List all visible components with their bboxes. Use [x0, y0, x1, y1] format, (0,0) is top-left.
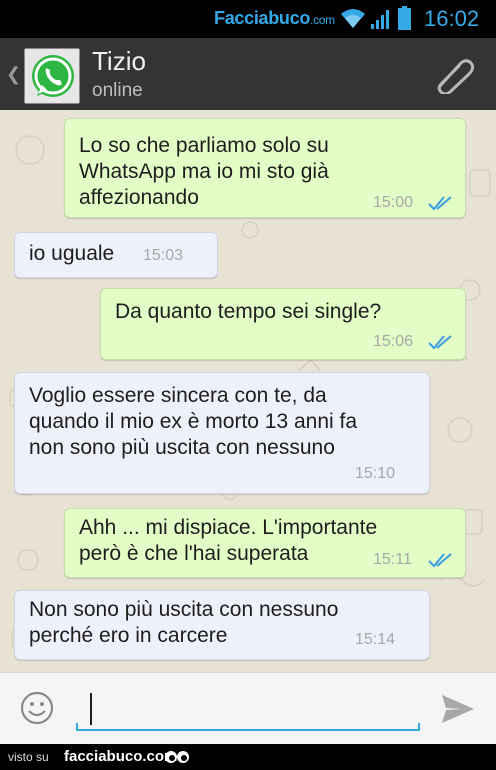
eyes-icon [165, 751, 189, 763]
message-time: 15:03 [143, 247, 184, 264]
read-ticks-icon [428, 196, 452, 211]
footer-site: facciabuco.com [64, 748, 178, 765]
message-time: 15:06 [373, 333, 414, 350]
battery-icon [398, 6, 411, 30]
footer-visto-su: visto su [8, 750, 49, 764]
message-text: io uguale [29, 242, 115, 265]
input-underline-cap [418, 723, 420, 731]
contact-name[interactable]: Tizio [92, 46, 146, 77]
chat-area[interactable]: Lo so che parliamo solo su WhatsApp ma i… [0, 110, 496, 672]
input-underline-cap [76, 723, 78, 731]
paperclip-icon[interactable] [430, 56, 476, 94]
message-bubble-incoming[interactable]: Non sono più uscita con nessuno perché e… [14, 590, 430, 660]
status-brand: Facciabuco.com [214, 8, 335, 28]
signal-icon [371, 10, 389, 29]
message-time: 15:14 [355, 631, 396, 648]
status-brand-suffix: .com [310, 13, 335, 27]
message-input[interactable] [76, 687, 420, 731]
status-time: 16:02 [424, 6, 480, 31]
message-composer [0, 672, 496, 744]
send-icon[interactable] [440, 693, 476, 725]
contact-status: online [92, 80, 143, 101]
message-bubble-incoming[interactable]: Voglio essere sincera con te, da quando … [14, 372, 430, 494]
message-time: 15:10 [355, 465, 396, 482]
chat-header: ❮ Tizio online [0, 38, 496, 110]
message-bubble-outgoing[interactable]: Lo so che parliamo solo su WhatsApp ma i… [64, 118, 466, 218]
avatar[interactable] [24, 48, 80, 104]
chevron-left-icon[interactable]: ❮ [6, 64, 21, 85]
message-text: Da quanto tempo sei single? [115, 300, 382, 323]
status-bar: Facciabuco.com 16:02 [0, 0, 496, 38]
message-text: Lo so che parliamo solo su WhatsApp ma i… [79, 134, 329, 209]
message-time: 15:11 [373, 551, 412, 568]
message-bubble-outgoing[interactable]: Da quanto tempo sei single? 15:06 [100, 288, 466, 360]
message-text: Voglio essere sincera con te, da quando … [29, 384, 358, 459]
message-text: Ahh ... mi dispiace. L'importante però è… [79, 516, 378, 565]
read-ticks-icon [428, 335, 452, 350]
text-cursor [90, 693, 92, 725]
watermark-footer: visto su facciabuco.com [0, 744, 496, 770]
wifi-icon [341, 9, 365, 28]
smiley-icon[interactable] [20, 691, 54, 725]
message-text: Non sono più uscita con nessuno perché e… [29, 598, 339, 647]
message-bubble-incoming[interactable]: io uguale 15:03 [14, 232, 218, 278]
read-ticks-icon [428, 553, 452, 568]
whatsapp-logo [32, 55, 74, 97]
message-bubble-outgoing[interactable]: Ahh ... mi dispiace. L'importante però è… [64, 508, 466, 578]
message-time: 15:00 [373, 194, 414, 211]
